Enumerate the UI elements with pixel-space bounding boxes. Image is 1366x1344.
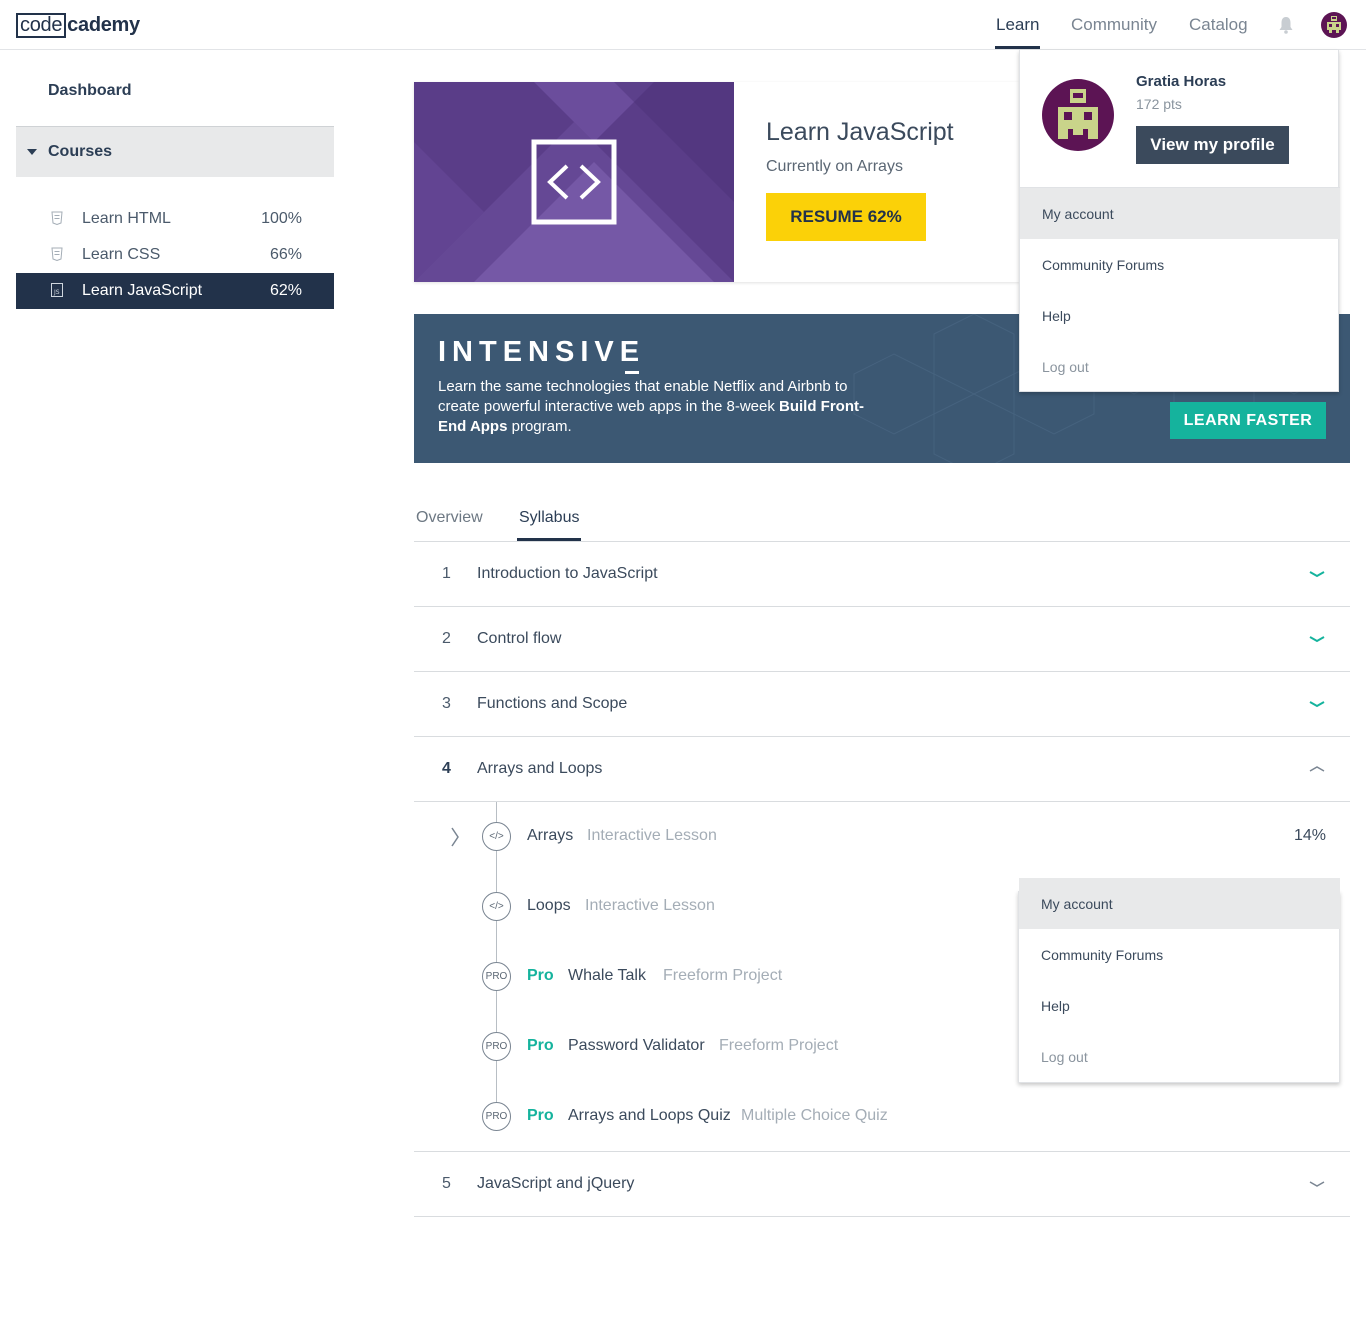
section-title: Control flow — [477, 630, 562, 647]
avatar-icon[interactable] — [1321, 12, 1347, 38]
pro-label: Pro — [527, 1107, 554, 1124]
section-title: Introduction to JavaScript — [477, 565, 658, 582]
intensive-heading: INTENSIVE — [438, 336, 646, 374]
syllabus-section-expanded[interactable]: 4 Arrays and Loops — [414, 737, 1350, 802]
lesson-type: Freeform Project — [719, 1037, 839, 1054]
html-file-icon — [51, 211, 63, 225]
course-percent: 66% — [269, 246, 302, 263]
chevron-up-icon[interactable] — [1308, 764, 1326, 774]
caret-down-icon — [27, 149, 37, 155]
chevron-right-icon — [451, 827, 459, 847]
syllabus-section[interactable]: 5 JavaScript and jQuery — [414, 1152, 1350, 1217]
interactive-lesson-icon: </> — [482, 822, 511, 851]
codecademy-logo[interactable]: code cademy — [16, 12, 140, 39]
syllabus-section[interactable]: 2 Control flow — [414, 607, 1350, 672]
menu-item-log-out[interactable]: Log out — [1019, 1031, 1340, 1082]
profile-dropdown: Gratia Horas 172 pts View my profile My … — [1019, 50, 1340, 392]
sidebar-courses-label: Courses — [48, 143, 113, 160]
view-profile-button[interactable]: View my profile — [1136, 126, 1289, 164]
lesson-name: Arrays — [527, 827, 574, 844]
logo-boxed-text: code — [16, 13, 67, 38]
sidebar-courses-toggle[interactable]: Courses — [16, 126, 334, 177]
top-nav: code cademy Learn Community Catalog — [0, 0, 1366, 50]
course-percent: 62% — [269, 282, 302, 299]
course-percent: 100% — [261, 210, 302, 227]
sidebar-course-html[interactable]: Learn HTML 100% — [16, 201, 334, 237]
sidebar-course-javascript[interactable]: JS Learn JavaScript 62% — [16, 273, 334, 309]
lesson-row[interactable]: </> Arrays Interactive Lesson 14% — [414, 819, 1350, 855]
chevron-down-icon[interactable] — [1308, 1179, 1326, 1189]
lesson-row[interactable]: PRO Pro Arrays and Loops Quiz Multiple C… — [414, 1099, 1350, 1135]
nav-learn-link[interactable]: Learn — [994, 15, 1041, 49]
section-title: JavaScript and jQuery — [477, 1175, 635, 1192]
lesson-percent: 14% — [1293, 827, 1326, 844]
profile-points: 172 pts — [1136, 96, 1182, 112]
section-number: 3 — [442, 695, 451, 712]
pro-label: Pro — [527, 967, 554, 984]
logo-rest-text: cademy — [67, 14, 140, 36]
intensive-text-b: program. — [507, 418, 572, 435]
course-current-unit: Currently on Arrays — [766, 158, 903, 175]
chevron-down-icon[interactable] — [1308, 634, 1326, 644]
intensive-description: Learn the same technologies that enable … — [438, 377, 868, 437]
lesson-type: Freeform Project — [663, 967, 783, 984]
course-hero-card: Learn JavaScript Currently on Arrays RES… — [414, 82, 1019, 282]
sidebar-course-css[interactable]: Learn CSS 66% — [16, 237, 334, 273]
bell-icon[interactable] — [1278, 16, 1294, 34]
js-file-icon: JS — [51, 283, 63, 297]
nav-community-link[interactable]: Community — [1071, 15, 1157, 35]
pro-badge-icon: PRO — [482, 1032, 511, 1061]
chevron-down-icon[interactable] — [1308, 699, 1326, 709]
pro-label: Pro — [527, 1037, 554, 1054]
tab-overview[interactable]: Overview — [416, 509, 483, 527]
menu-item-log-out[interactable]: Log out — [1020, 341, 1340, 392]
nav-catalog-link[interactable]: Catalog — [1189, 15, 1248, 35]
menu-item-community-forums[interactable]: Community Forums — [1019, 929, 1340, 980]
profile-avatar-icon[interactable] — [1042, 79, 1114, 151]
course-hero-image — [414, 82, 734, 282]
section-title: Functions and Scope — [477, 695, 628, 712]
section-number: 1 — [442, 565, 451, 582]
section-number: 5 — [442, 1175, 451, 1192]
profile-dropdown-duplicate: My account Community Forums Help Log out — [1018, 878, 1340, 1083]
course-name: Learn HTML — [82, 210, 171, 227]
menu-item-my-account[interactable]: My account — [1019, 878, 1340, 929]
learn-faster-button[interactable]: LEARN FASTER — [1170, 402, 1326, 439]
course-name: Learn JavaScript — [82, 282, 203, 299]
lesson-type: Interactive Lesson — [585, 897, 715, 914]
lesson-name: Arrays and Loops Quiz — [568, 1107, 731, 1124]
sidebar-dashboard-link[interactable]: Dashboard — [48, 82, 132, 100]
section-title: Arrays and Loops — [477, 760, 603, 777]
menu-item-community-forums[interactable]: Community Forums — [1020, 239, 1340, 290]
svg-text:JS: JS — [53, 289, 60, 296]
lesson-type: Interactive Lesson — [587, 827, 717, 844]
tab-syllabus[interactable]: Syllabus — [516, 509, 582, 541]
lesson-name: Whale Talk — [568, 967, 646, 984]
lesson-name: Loops — [527, 897, 571, 914]
profile-name: Gratia Horas — [1136, 73, 1227, 90]
resume-button[interactable]: RESUME 62% — [766, 193, 926, 241]
lesson-name: Password Validator — [568, 1037, 705, 1054]
pro-badge-icon: PRO — [482, 1102, 511, 1131]
lesson-type: Multiple Choice Quiz — [741, 1107, 888, 1124]
section-number: 2 — [442, 630, 451, 647]
syllabus-section[interactable]: 1 Introduction to JavaScript — [414, 542, 1350, 607]
code-brackets-icon — [531, 139, 617, 225]
menu-item-help[interactable]: Help — [1020, 290, 1340, 341]
section-number: 4 — [442, 760, 451, 777]
course-name: Learn CSS — [82, 246, 161, 263]
menu-item-my-account[interactable]: My account — [1020, 188, 1340, 239]
pro-badge-icon: PRO — [482, 962, 511, 991]
course-title: Learn JavaScript — [766, 118, 954, 146]
interactive-lesson-icon: </> — [482, 892, 511, 921]
syllabus-section[interactable]: 3 Functions and Scope — [414, 672, 1350, 737]
css-file-icon — [51, 247, 63, 261]
menu-item-help[interactable]: Help — [1019, 980, 1340, 1031]
chevron-down-icon[interactable] — [1308, 569, 1326, 579]
